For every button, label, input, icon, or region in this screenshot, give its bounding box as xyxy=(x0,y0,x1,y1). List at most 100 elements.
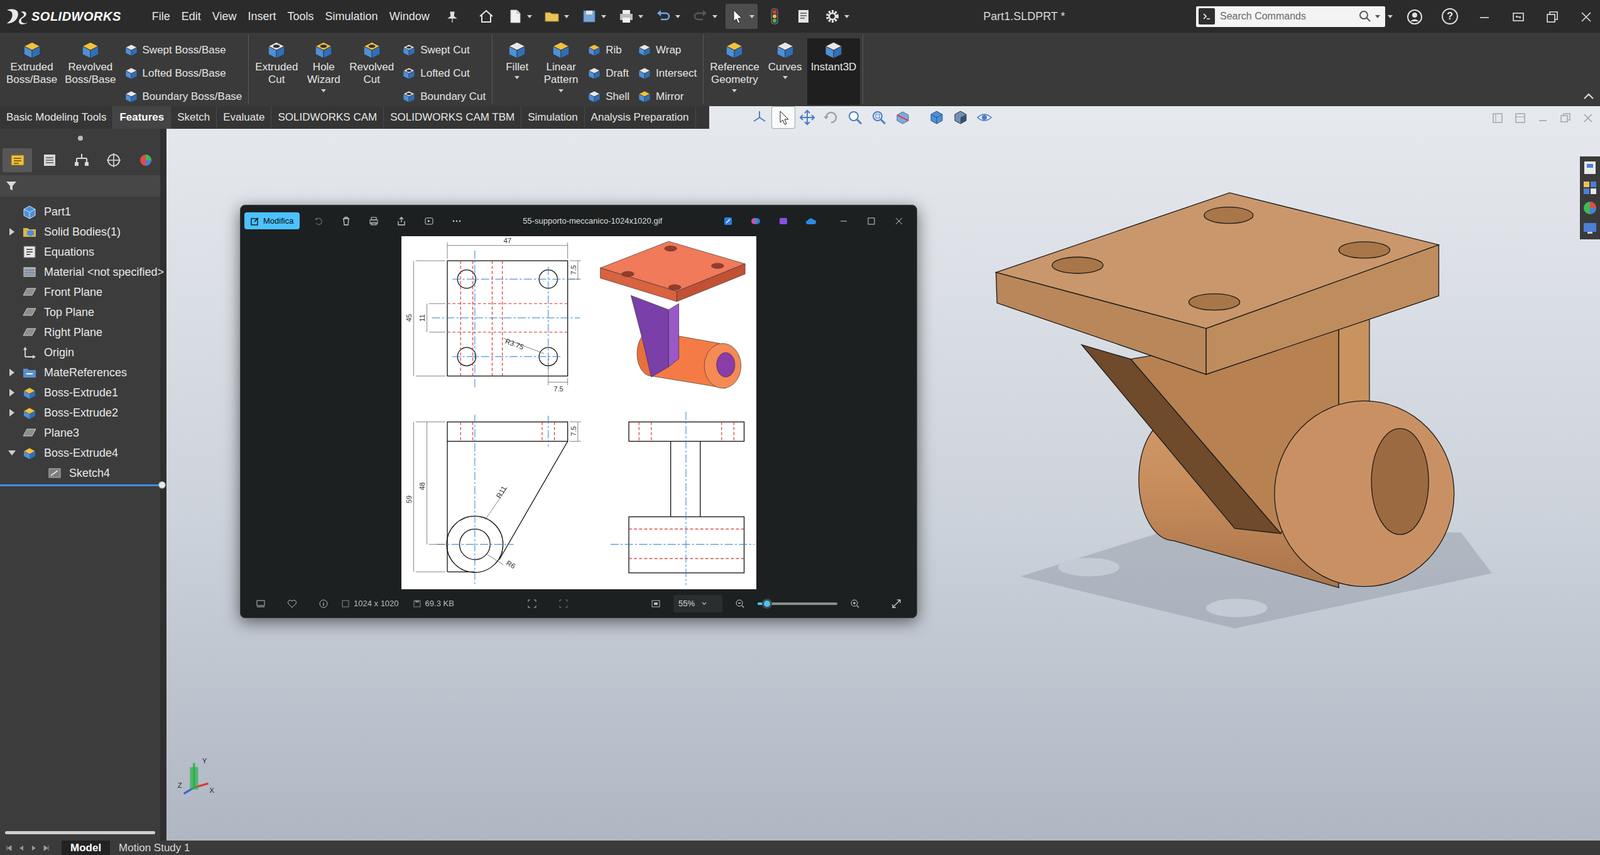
ribbon-small-button[interactable]: Boundary Boss/Base xyxy=(123,84,243,109)
dropdown-caret[interactable] xyxy=(514,76,520,80)
viewer-maximize-button[interactable] xyxy=(857,209,886,233)
expand-arrow-icon[interactable] xyxy=(9,228,15,236)
command-tab[interactable]: Analysis Preparation xyxy=(584,106,697,129)
graphics-area[interactable]: YXZModifica55-supporto-meccanico-1024x10… xyxy=(166,128,1600,841)
task-pane-tab[interactable] xyxy=(1581,219,1599,237)
view-tool-button[interactable] xyxy=(819,106,843,129)
expander[interactable] xyxy=(3,450,21,456)
toolbar-button[interactable] xyxy=(577,3,610,29)
tree-item[interactable]: Boss-Extrude2 xyxy=(0,402,161,423)
toolbar-button[interactable] xyxy=(614,3,647,29)
view-tool-button[interactable] xyxy=(795,106,819,129)
part-model[interactable] xyxy=(995,192,1454,588)
menu-item[interactable]: Simulation xyxy=(319,5,384,28)
expand-arrow-icon[interactable] xyxy=(9,408,15,417)
share-button[interactable] xyxy=(387,209,416,233)
close-button[interactable] xyxy=(1578,8,1594,26)
toolbar-button[interactable] xyxy=(820,3,853,29)
dropdown-caret[interactable] xyxy=(527,15,533,19)
view-tool-button[interactable] xyxy=(891,106,915,129)
ribbon-small-button[interactable]: Lofted Boss/Base xyxy=(123,61,243,85)
tree-item[interactable]: Solid Bodies(1) xyxy=(0,221,161,242)
ribbon-small-button[interactable]: Intersect xyxy=(636,61,697,85)
ribbon-button[interactable]: LinearPattern xyxy=(538,38,583,105)
toolbar-button[interactable] xyxy=(725,3,758,29)
dropdown-caret[interactable] xyxy=(782,76,788,80)
zoom-in-button[interactable] xyxy=(841,592,869,615)
panel-tab[interactable] xyxy=(98,148,129,173)
pin-button[interactable] xyxy=(445,8,460,26)
model-tab[interactable]: Motion Study 1 xyxy=(109,840,199,855)
delete-button[interactable] xyxy=(332,209,360,233)
fullscreen-button[interactable] xyxy=(882,592,911,615)
zoom-slider[interactable] xyxy=(757,602,838,605)
help-button[interactable]: ? xyxy=(1441,8,1459,25)
expand-arrow-icon[interactable] xyxy=(8,450,16,456)
onedrive-button[interactable] xyxy=(797,209,825,233)
tree-filter[interactable] xyxy=(0,175,161,197)
fit-button[interactable] xyxy=(518,592,546,615)
panel-tab[interactable] xyxy=(34,148,65,173)
menu-item[interactable]: Edit xyxy=(175,5,207,28)
view-tool-button[interactable] xyxy=(973,106,996,129)
tile-button[interactable] xyxy=(1490,109,1505,126)
viewer-close-button[interactable] xyxy=(885,209,913,233)
panel-tab[interactable] xyxy=(2,148,33,173)
menu-item[interactable]: View xyxy=(206,5,243,28)
toolbar-button[interactable] xyxy=(540,3,573,29)
zoom-dropdown[interactable]: 55% xyxy=(673,594,723,613)
expander[interactable] xyxy=(3,228,21,236)
search-options-caret[interactable] xyxy=(1387,15,1393,19)
panel-handle[interactable] xyxy=(0,128,161,148)
ribbon-small-button[interactable]: Rib xyxy=(586,38,630,62)
tree-item[interactable]: Right Plane xyxy=(0,322,161,343)
tree-item[interactable]: Front Plane xyxy=(0,282,161,303)
toolbar-button[interactable] xyxy=(762,3,787,29)
filmstrip-button[interactable] xyxy=(246,592,275,615)
command-tab[interactable]: Basic Modeling Tools xyxy=(0,106,114,129)
task-pane-tab[interactable] xyxy=(1581,199,1599,217)
search-input[interactable] xyxy=(1218,8,1359,25)
ribbon-button[interactable]: ReferenceGeometry xyxy=(706,38,763,105)
menu-item[interactable]: Tools xyxy=(282,5,320,28)
tree-item[interactable]: Top Plane xyxy=(0,302,161,323)
view-tool-button[interactable] xyxy=(843,106,867,129)
ribbon-small-button[interactable]: Swept Cut xyxy=(401,38,486,62)
tree-item[interactable]: Equations xyxy=(0,241,161,262)
dropdown-caret[interactable] xyxy=(749,15,755,19)
ribbon-small-button[interactable]: Boundary Cut xyxy=(401,84,486,109)
command-tab[interactable]: Features xyxy=(113,106,171,129)
dropdown-caret[interactable] xyxy=(558,89,564,93)
command-tab[interactable]: Evaluate xyxy=(216,106,272,129)
tree-item[interactable]: Origin xyxy=(0,342,161,363)
print-button[interactable] xyxy=(359,209,388,233)
minimize-button[interactable] xyxy=(1476,8,1492,26)
ribbon-button[interactable]: ExtrudedCut xyxy=(251,38,302,105)
edit-button[interactable]: Modifica xyxy=(244,212,300,230)
doc-close-button[interactable] xyxy=(1581,109,1595,126)
dropdown-caret[interactable] xyxy=(844,15,850,19)
tree-item[interactable]: Material <not specified> xyxy=(0,261,161,283)
ribbon-button[interactable]: HoleWizard xyxy=(301,38,346,105)
dropdown-caret[interactable] xyxy=(601,15,607,19)
toolbar-button[interactable] xyxy=(791,3,816,29)
restore-button[interactable] xyxy=(1544,8,1560,26)
panel-tab[interactable] xyxy=(130,148,161,173)
favorite-button[interactable] xyxy=(278,592,306,615)
menu-item[interactable]: Insert xyxy=(242,5,283,28)
dropdown-caret[interactable] xyxy=(731,89,737,93)
expand-arrow-icon[interactable] xyxy=(9,368,15,377)
view-tool-button[interactable] xyxy=(867,106,891,129)
expand-arrow-icon[interactable] xyxy=(9,388,15,397)
actual-size-button[interactable] xyxy=(549,592,578,615)
dropdown-caret[interactable] xyxy=(564,15,570,19)
task-pane-tab[interactable] xyxy=(1581,158,1599,177)
tree-item[interactable]: Boss-Extrude4 xyxy=(0,442,161,463)
ribbon-small-button[interactable]: Lofted Cut xyxy=(401,61,486,85)
tree-item[interactable]: Boss-Extrude1 xyxy=(0,382,161,403)
user-button[interactable] xyxy=(1406,7,1423,25)
command-tab[interactable]: SOLIDWORKS CAM xyxy=(271,106,384,129)
view-tool-button[interactable] xyxy=(949,106,972,129)
collapse-ribbon-button[interactable] xyxy=(1582,87,1595,105)
search-dropdown[interactable] xyxy=(1375,15,1381,19)
